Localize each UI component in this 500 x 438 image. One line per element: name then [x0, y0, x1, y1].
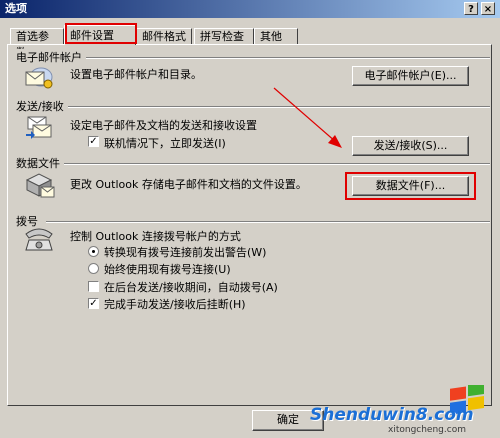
- email-accounts-description: 设置电子邮件帐户和目录。: [70, 68, 202, 81]
- tab-highlight-box: [65, 23, 137, 44]
- data-files-highlight-box: [345, 172, 476, 200]
- warn-before-switch-radio[interactable]: [88, 246, 99, 257]
- send-receive-icon: [24, 114, 54, 140]
- data-files-icon: [24, 170, 56, 200]
- always-use-existing-label: 始终使用现有拨号连接(U): [104, 263, 231, 276]
- separator: [64, 163, 490, 165]
- watermark-main-text: Shenduwin8.com: [310, 405, 474, 425]
- separator: [46, 221, 490, 223]
- separator: [70, 57, 490, 59]
- annotation-arrow: [273, 87, 342, 148]
- tab-preferences[interactable]: 首选参数: [10, 28, 64, 59]
- watermark-sub-text: xitongcheng.com: [388, 425, 466, 435]
- tab-panel: [7, 44, 492, 406]
- group-header-send-receive: 发送/接收: [16, 98, 68, 114]
- tab-other[interactable]: 其他: [254, 28, 298, 44]
- group-header-email-accounts: 电子邮件帐户: [16, 49, 86, 65]
- close-button[interactable]: ×: [481, 2, 495, 15]
- dialup-description: 控制 Outlook 连接拨号帐户的方式: [70, 230, 241, 243]
- always-use-existing-radio[interactable]: [88, 263, 99, 274]
- send-receive-description: 设定电子邮件及文档的发送和接收设置: [70, 119, 257, 132]
- hang-up-checkbox[interactable]: ✓: [88, 298, 99, 309]
- send-immediately-label: 联机情况下，立即发送(I): [104, 137, 226, 150]
- title-bar: 选项 ? ×: [0, 0, 500, 18]
- warn-before-switch-label: 转换现有拨号连接前发出警告(W): [104, 246, 267, 259]
- send-immediately-checkbox[interactable]: ✓: [88, 136, 99, 147]
- phone-icon: [22, 226, 56, 252]
- help-button[interactable]: ?: [464, 2, 478, 15]
- tab-spelling[interactable]: 拼写检查: [194, 28, 254, 44]
- tab-mail-format[interactable]: 邮件格式: [136, 28, 192, 44]
- hang-up-label: 完成手动发送/接收后挂断(H): [104, 298, 246, 311]
- email-accounts-icon: [24, 64, 54, 90]
- auto-dial-checkbox[interactable]: [88, 281, 99, 292]
- auto-dial-label: 在后台发送/接收期间，自动拨号(A): [104, 281, 278, 294]
- data-files-description: 更改 Outlook 存储电子邮件和文档的文件设置。: [70, 178, 307, 191]
- email-accounts-button[interactable]: 电子邮件帐户(E)...: [352, 66, 469, 86]
- group-header-data-files: 数据文件: [16, 155, 64, 171]
- window-title: 选项: [5, 2, 27, 15]
- send-receive-button[interactable]: 发送/接收(S)...: [352, 136, 469, 156]
- watermark: Shenduwin8.com xitongcheng.com: [300, 385, 500, 438]
